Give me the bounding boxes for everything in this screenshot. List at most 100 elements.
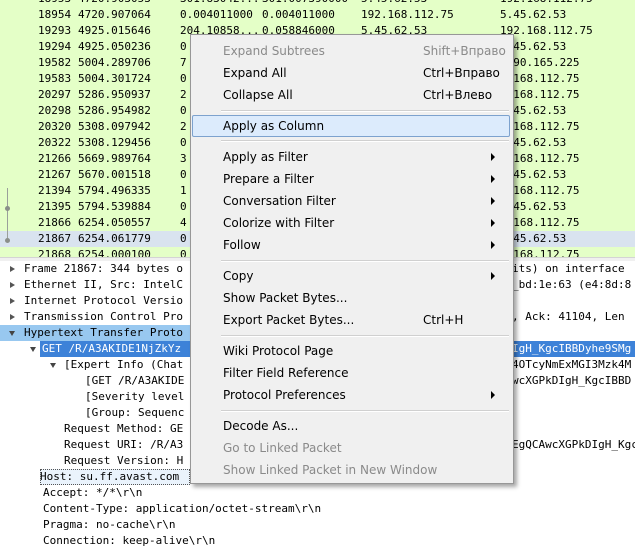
tree-item-get-request-line[interactable]: GET /R/A3AKIDE1NjZkYz (42, 341, 181, 357)
menu-item-label: Expand All (223, 66, 287, 80)
menu-separator (221, 410, 509, 412)
expand-arrow-icon[interactable] (10, 314, 15, 320)
packet-cell-time: 6254.050557 (78, 216, 151, 229)
packet-cell-dst: 5.45.62.53 (500, 8, 567, 21)
menu-item-collapse-all[interactable]: Collapse All Ctrl+Влево (193, 85, 509, 105)
tree-item-get-inner[interactable]: [GET /R/A3AKIDE (85, 373, 184, 389)
menu-item-shortcut: Ctrl+H (423, 313, 464, 327)
packet-cell-no: 21395 (38, 200, 72, 213)
packet-cell-c3: 0 (180, 136, 187, 149)
submenu-arrow-icon (491, 241, 495, 249)
packet-cell-time: 5004.301724 (78, 72, 151, 85)
tree-item-ip[interactable]: Internet Protocol Versio (24, 293, 183, 309)
packet-cell-time: 5286.950937 (78, 88, 151, 101)
packet-cell-no: 20298 (38, 104, 72, 117)
packet-cell-time: 5004.289706 (78, 56, 151, 69)
tree-item-tcp[interactable]: Transmission Control Pro (24, 309, 183, 325)
menu-item-label: Apply as Filter (223, 150, 308, 164)
tree-item-content-type[interactable]: Content-Type: application/octet-stream\r… (43, 501, 321, 517)
menu-item-show-linked-packet[interactable]: Show Linked Packet in New Window (193, 460, 509, 480)
tree-item-request-uri-tail: EgQCAwcXGPkDIgH_Kgc (512, 438, 635, 451)
menu-item-protocol-preferences[interactable]: Protocol Preferences (193, 385, 509, 405)
menu-item-label: Export Packet Bytes... (223, 313, 355, 327)
submenu-arrow-icon (491, 175, 495, 183)
menu-item-expand-subtrees[interactable]: Expand Subtrees Shift+Вправо (193, 41, 509, 61)
tree-item-group[interactable]: [Group: Sequenc (85, 405, 184, 421)
tree-item-expert-info[interactable]: [Expert Info (Chat (64, 357, 183, 373)
menu-item-expand-all[interactable]: Expand All Ctrl+Вправо (193, 63, 509, 83)
packet-cell-no: 18953 (38, 0, 71, 7)
expand-arrow-icon[interactable] (10, 266, 15, 272)
tree-item-connection[interactable]: Connection: keep-alive\r\n (43, 533, 215, 549)
tree-item-pragma[interactable]: Pragma: no-cache\r\n (43, 517, 175, 533)
menu-separator (221, 110, 509, 112)
menu-item-filter-field-reference[interactable]: Filter Field Reference (193, 363, 509, 383)
packet-row[interactable]: 18954 4720.907064 0.004011000 0.004011000 19… (0, 7, 635, 23)
packet-cell-time: 5670.001518 (78, 168, 151, 181)
menu-item-conversation-filter[interactable]: Conversation Filter (193, 191, 509, 211)
packet-cell-c3: 4 (180, 216, 187, 229)
tree-item-ethernet-tail: _bd:1e:63 (e4:8d:8 (512, 278, 632, 291)
tree-item-severity[interactable]: [Severity level (85, 389, 184, 405)
tree-item-expert-tail: 4OTcyNmExMGI3Mzk4M (512, 358, 632, 371)
packet-cell-c3: 301.83042... (180, 0, 259, 7)
tree-item-request-uri[interactable]: Request URI: /R/A3 (64, 437, 183, 453)
context-menu[interactable]: Expand Subtrees Shift+Вправо Expand All … (190, 34, 514, 484)
menu-item-prepare-a-filter[interactable]: Prepare a Filter (193, 169, 509, 189)
menu-item-apply-as-column[interactable]: Apply as Column (192, 115, 510, 137)
menu-item-shortcut: Ctrl+Влево (423, 88, 493, 102)
tree-item-get-inner-tail: wcXGPkDIgH_KgcIBBD (512, 374, 632, 387)
expand-arrow-icon[interactable] (10, 282, 15, 288)
tree-item-tcp-tail: , Ack: 41104, Len (512, 310, 625, 323)
packet-cell-c3: 0 (180, 104, 187, 117)
packet-cell-c3: 0 (180, 168, 187, 181)
packet-cell-no: 21266 (38, 152, 72, 165)
packet-cell-no: 20322 (38, 136, 72, 149)
tree-item-ethernet[interactable]: Ethernet II, Src: IntelC (24, 277, 183, 293)
tree-item-frame[interactable]: Frame 21867: 344 bytes o (24, 261, 183, 277)
packet-cell-no: 19294 (38, 40, 72, 53)
collapse-arrow-icon[interactable] (9, 331, 15, 336)
menu-item-apply-as-filter[interactable]: Apply as Filter (193, 147, 509, 167)
tree-item-request-method[interactable]: Request Method: GE (64, 421, 183, 437)
menu-item-follow[interactable]: Follow (193, 235, 509, 255)
packet-cell-no: 20320 (38, 120, 72, 133)
expand-arrow-icon[interactable] (10, 298, 15, 304)
menu-item-label: Conversation Filter (223, 194, 336, 208)
packet-cell-time: 6254.000100 (78, 248, 151, 257)
packet-cell-c3: 0 (180, 72, 187, 85)
menu-item-label: Copy (223, 269, 254, 283)
packet-cell-time: 5308.097942 (78, 120, 151, 133)
menu-item-label: Prepare a Filter (223, 172, 314, 186)
related-packet-rail (7, 188, 8, 238)
packet-cell-time: 5669.989764 (78, 152, 151, 165)
tree-item-host[interactable]: Host: su.ff.avast.com (40, 469, 190, 485)
menu-separator (221, 335, 509, 337)
packet-cell-time: 5794.539884 (78, 200, 151, 213)
menu-item-copy[interactable]: Copy (193, 266, 509, 286)
packet-cell-c4: 301.007390000 (262, 0, 348, 7)
tree-item-request-version[interactable]: Request Version: H (64, 453, 183, 469)
menu-separator (221, 140, 509, 142)
menu-item-export-packet-bytes[interactable]: Export Packet Bytes... Ctrl+H (193, 310, 509, 330)
packet-cell-no: 19293 (38, 24, 72, 37)
menu-item-colorize-with-filter[interactable]: Colorize with Filter (193, 213, 509, 233)
menu-separator (221, 260, 509, 262)
packet-cell-time: 5794.496335 (78, 184, 151, 197)
tree-item-accept[interactable]: Accept: */*\r\n (43, 485, 142, 501)
packet-cell-no: 20297 (38, 88, 72, 101)
packet-cell-src: 5.45.62.53 (361, 0, 427, 7)
packet-row[interactable]: 18953 4720.903053 301.83042...301.00739000… (0, 0, 635, 7)
packet-cell-c3: 3 (180, 152, 187, 165)
menu-item-go-to-linked-packet[interactable]: Go to Linked Packet (193, 438, 509, 458)
packet-cell-time: 4925.050236 (78, 40, 151, 53)
collapse-arrow-icon[interactable] (30, 347, 36, 352)
tree-item-http[interactable]: Hypertext Transfer Proto (24, 325, 183, 341)
packet-cell-no: 21267 (38, 168, 72, 181)
packet-cell-time: 4720.903053 (78, 0, 151, 7)
collapse-arrow-icon[interactable] (50, 363, 56, 368)
menu-item-wiki-protocol-page[interactable]: Wiki Protocol Page (193, 341, 509, 361)
menu-item-show-packet-bytes[interactable]: Show Packet Bytes... (193, 288, 509, 308)
menu-item-label: Show Linked Packet in New Window (223, 463, 438, 477)
menu-item-decode-as[interactable]: Decode As... (193, 416, 509, 436)
